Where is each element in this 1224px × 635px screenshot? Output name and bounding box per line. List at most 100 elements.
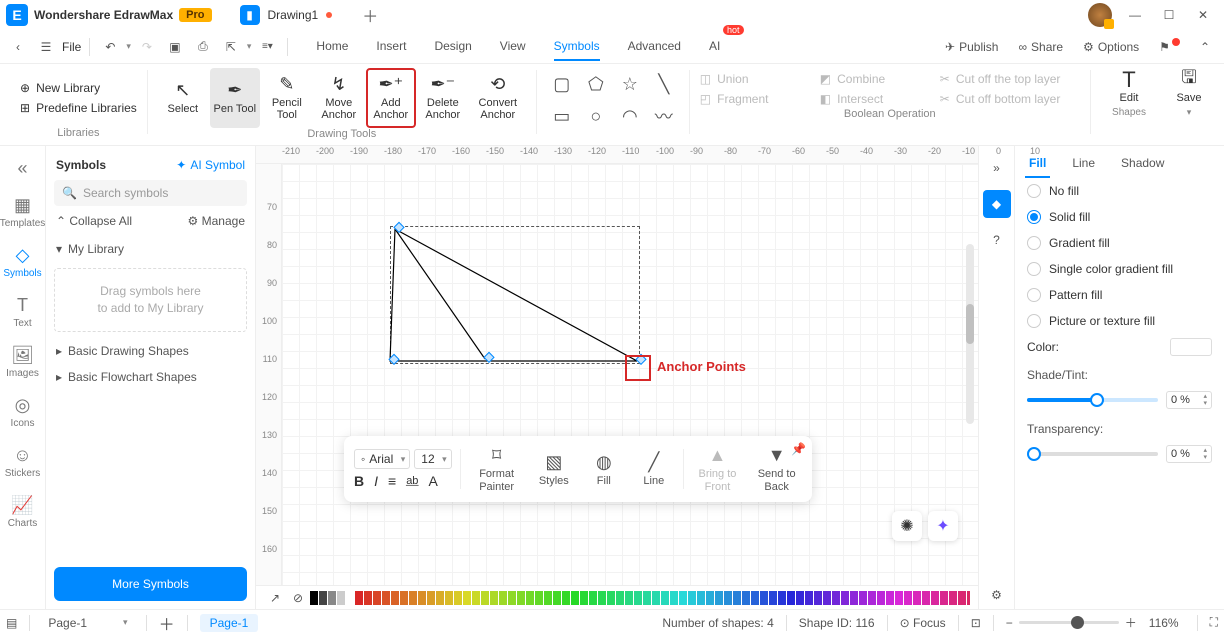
align-button[interactable]: ≡ <box>388 473 396 489</box>
vtab-stickers[interactable]: ☺Stickers <box>0 439 45 485</box>
cut-top-button[interactable]: ✂ Cut off the top layer <box>940 70 1080 88</box>
maximize-button[interactable]: ☐ <box>1152 0 1186 30</box>
size-select[interactable]: 12 <box>414 449 451 469</box>
color-swatch[interactable] <box>427 591 435 605</box>
color-swatch[interactable] <box>454 591 462 605</box>
trans-slider[interactable] <box>1027 452 1158 456</box>
color-swatch[interactable] <box>607 591 615 605</box>
color-swatch[interactable] <box>688 591 696 605</box>
pin-icon[interactable]: 📌 <box>791 442 806 456</box>
shape-arc[interactable]: ◠ <box>615 102 645 130</box>
focus-button[interactable]: ⊙ Focus <box>900 616 946 630</box>
file-menu[interactable]: File <box>62 40 81 54</box>
color-swatch[interactable] <box>508 591 516 605</box>
document-tab[interactable]: ▮ Drawing1 <box>222 0 351 30</box>
more-icon[interactable]: ≡▾ <box>255 35 279 59</box>
nofill-radio[interactable]: No fill <box>1015 178 1224 204</box>
color-swatch[interactable] <box>724 591 732 605</box>
color-swatch[interactable] <box>832 591 840 605</box>
gradient-radio[interactable]: Gradient fill <box>1015 230 1224 256</box>
color-swatch[interactable] <box>778 591 786 605</box>
tab-line[interactable]: Line <box>1068 150 1099 178</box>
menu-icon[interactable]: ☰ <box>34 35 58 59</box>
shape-curve[interactable]: 〰 <box>649 102 679 130</box>
tab-advanced[interactable]: Advanced <box>628 33 681 61</box>
zoom-out-button[interactable]: − <box>1006 616 1013 630</box>
vtab-templates[interactable]: ▦Templates <box>0 189 45 235</box>
color-swatch[interactable] <box>319 591 327 605</box>
vtab-images[interactable]: 🖼Images <box>0 339 45 385</box>
color-swatch[interactable] <box>643 591 651 605</box>
add-anchor-tool[interactable]: ✒⁺Add Anchor <box>366 68 416 128</box>
color-swatch[interactable] <box>409 591 417 605</box>
fit-button[interactable]: ⊡ <box>971 616 981 630</box>
color-swatch[interactable] <box>382 591 390 605</box>
color-swatch[interactable] <box>805 591 813 605</box>
scrollbar[interactable] <box>966 244 974 424</box>
color-swatch[interactable] <box>742 591 750 605</box>
new-tab-button[interactable]: ＋ <box>350 3 390 27</box>
color-swatch[interactable] <box>679 591 687 605</box>
edit-button[interactable]: TEditShapes <box>1104 64 1154 124</box>
color-swatch[interactable] <box>598 591 606 605</box>
picture-radio[interactable]: Picture or texture fill <box>1015 308 1224 334</box>
color-swatch[interactable] <box>463 591 471 605</box>
convert-anchor-tool[interactable]: ⟲Convert Anchor <box>470 68 526 128</box>
shade-slider[interactable] <box>1027 398 1158 402</box>
color-swatch[interactable] <box>769 591 777 605</box>
brightness-button[interactable]: ✺ <box>892 511 922 541</box>
color-swatch[interactable] <box>355 591 363 605</box>
color-swatch[interactable] <box>418 591 426 605</box>
font-select[interactable]: ◦ Arial <box>354 449 410 469</box>
color-swatch[interactable] <box>733 591 741 605</box>
move-anchor-tool[interactable]: ↯Move Anchor <box>314 68 364 128</box>
italic-button[interactable]: I <box>374 473 378 489</box>
redo-button[interactable]: ↷ <box>135 35 159 59</box>
color-swatch[interactable] <box>571 591 579 605</box>
vtab-charts[interactable]: 📈Charts <box>0 489 45 535</box>
fullscreen-button[interactable]: ⛶ <box>1210 615 1218 630</box>
color-swatch[interactable] <box>760 591 768 605</box>
pen-tool[interactable]: ✒Pen Tool <box>210 68 260 128</box>
vtab-icons[interactable]: ◎Icons <box>0 389 45 435</box>
color-swatch[interactable] <box>490 591 498 605</box>
avatar[interactable] <box>1088 3 1112 27</box>
minimize-button[interactable]: — <box>1118 0 1152 30</box>
my-library-item[interactable]: ▾ My Library <box>54 236 247 262</box>
line-button[interactable]: ╱Line <box>633 452 675 487</box>
zoom-slider[interactable] <box>1019 621 1119 624</box>
tab-ai[interactable]: AIhot <box>709 33 720 61</box>
export-icon[interactable]: ⇱ <box>219 35 243 59</box>
color-swatch[interactable] <box>787 591 795 605</box>
flowchart-shapes-item[interactable]: ▸ Basic Flowchart Shapes <box>54 364 247 390</box>
shape-circle[interactable]: ○ <box>581 102 611 130</box>
notification-button[interactable]: ⚑ <box>1151 40 1188 54</box>
delete-anchor-tool[interactable]: ✒⁻Delete Anchor <box>418 68 468 128</box>
color-swatch[interactable] <box>562 591 570 605</box>
vtab-text[interactable]: TText <box>0 289 45 335</box>
back-button[interactable]: ‹ <box>6 35 30 59</box>
search-input[interactable]: 🔍Search symbols <box>54 180 247 206</box>
close-button[interactable]: ✕ <box>1186 0 1220 30</box>
fill-panel-button[interactable]: ◆ <box>983 190 1011 218</box>
shape-roundrect[interactable]: ▭ <box>547 102 577 130</box>
canvas[interactable]: Anchor Points ◦ Arial 12 B I ≡ a̲b̲ A <box>282 164 978 585</box>
tab-shadow[interactable]: Shadow <box>1117 150 1168 178</box>
share-button[interactable]: ∞ Share <box>1010 40 1071 54</box>
color-swatch[interactable] <box>580 591 588 605</box>
options-button[interactable]: ⚙ Options <box>1075 40 1147 54</box>
styles-button[interactable]: ▧Styles <box>533 452 575 487</box>
predefine-libraries-button[interactable]: ⊞Predefine Libraries <box>20 101 137 115</box>
union-button[interactable]: ◫ Union <box>700 70 800 88</box>
ai-symbol-button[interactable]: ✦ AI Symbol <box>176 158 245 172</box>
color-swatch[interactable] <box>706 591 714 605</box>
new-library-button[interactable]: ⊕New Library <box>20 81 100 95</box>
color-swatch[interactable] <box>895 591 903 605</box>
tab-insert[interactable]: Insert <box>376 33 406 61</box>
tab-home[interactable]: Home <box>316 33 348 61</box>
solidfill-radio[interactable]: Solid fill <box>1015 204 1224 230</box>
shape-rect[interactable]: ▢ <box>547 70 577 98</box>
case-button[interactable]: a̲b̲ <box>406 475 418 487</box>
color-swatch[interactable] <box>931 591 939 605</box>
collapse-all-button[interactable]: ⌃ Collapse All <box>56 214 132 228</box>
